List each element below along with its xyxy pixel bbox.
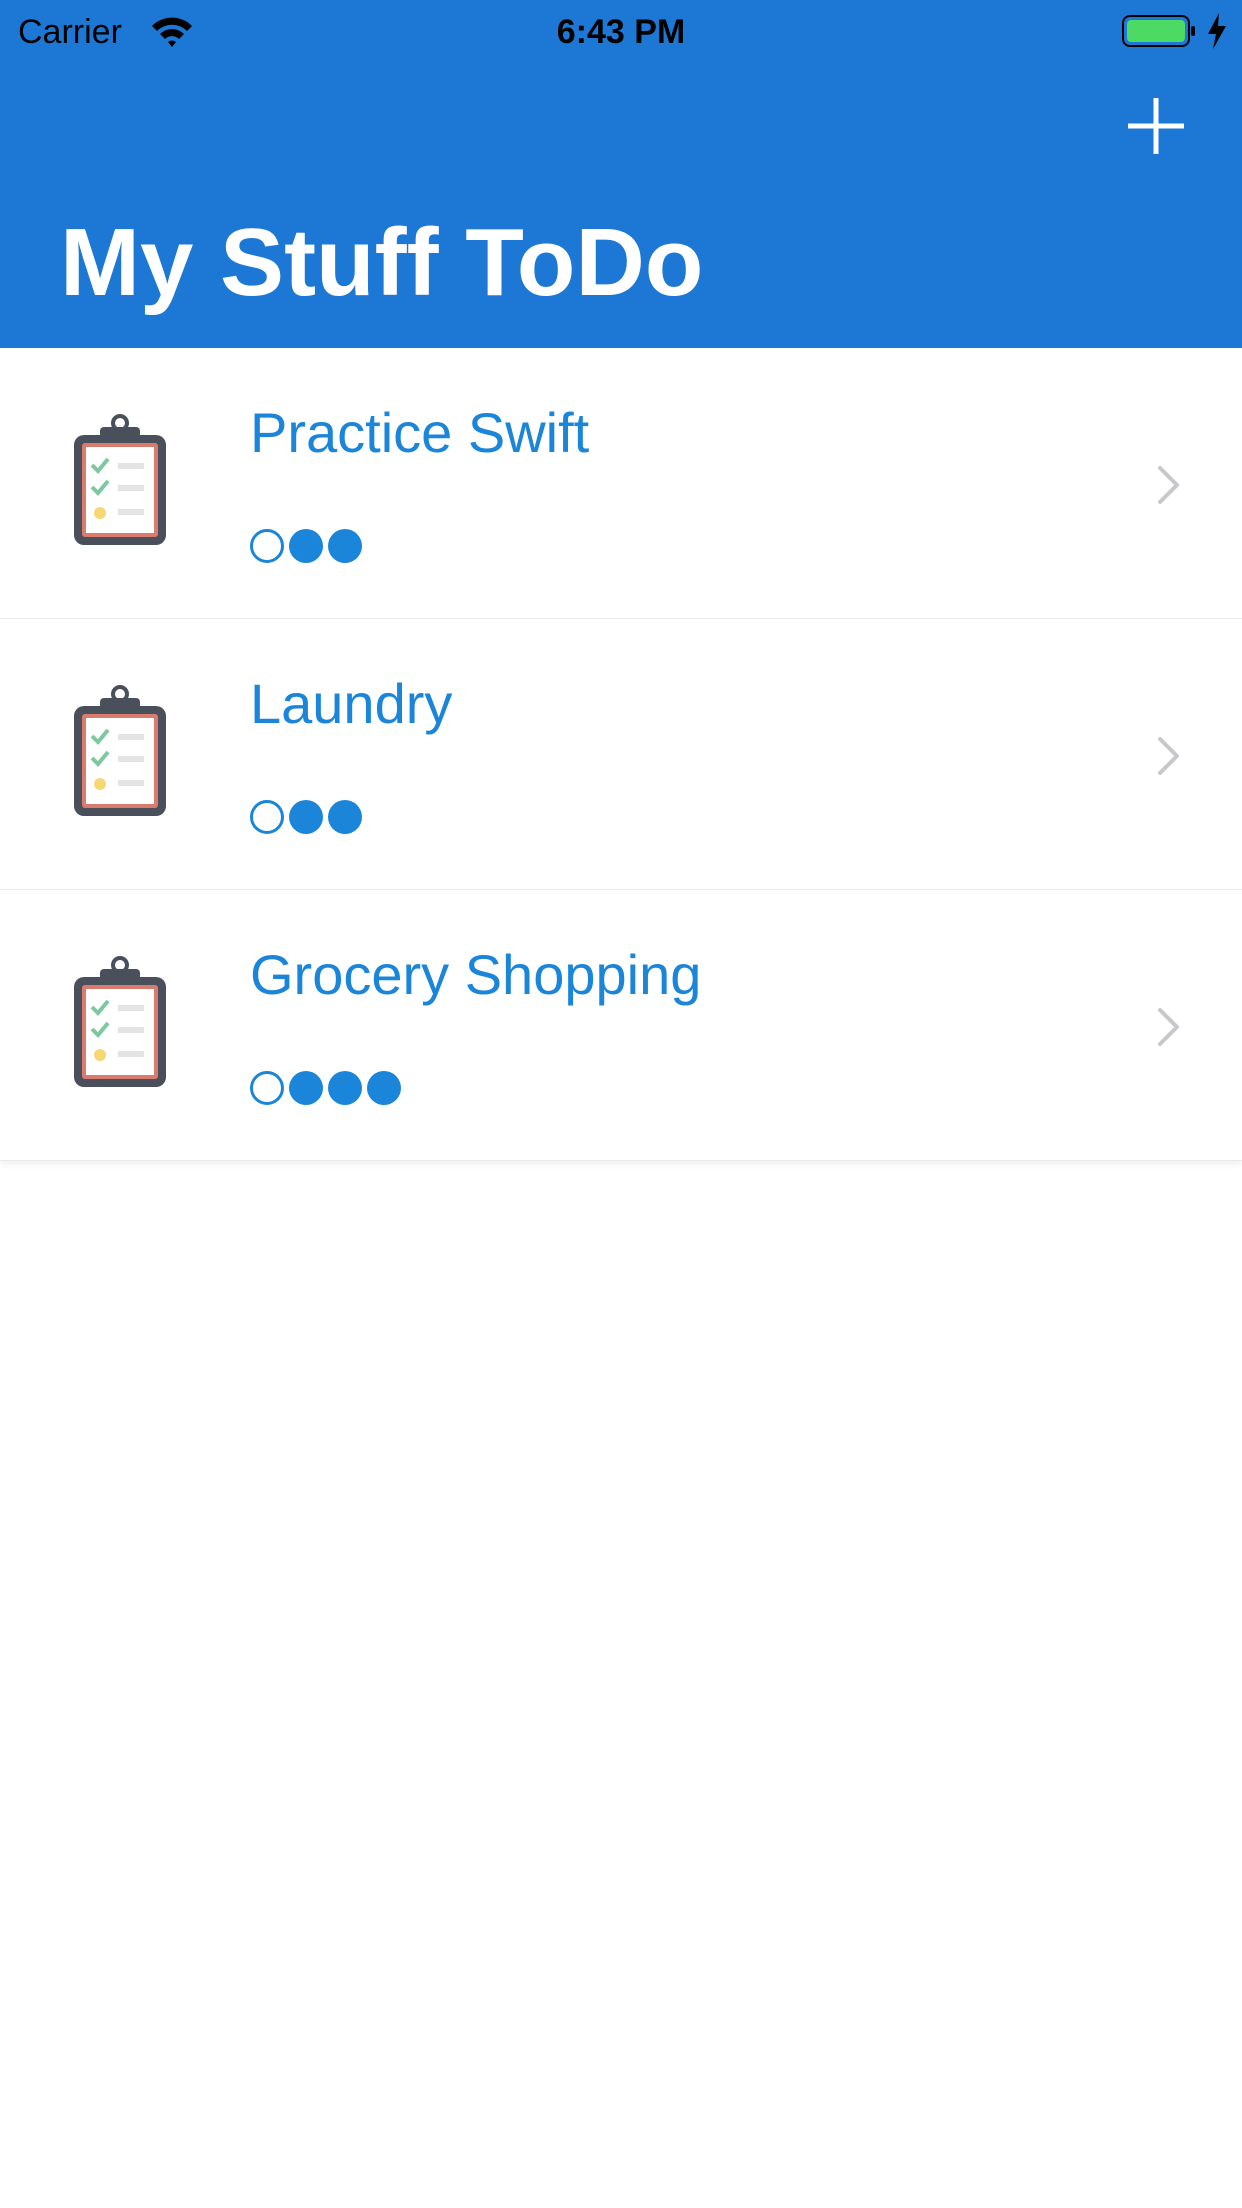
clipboard-checklist-icon: [74, 414, 166, 545]
list-item[interactable]: Grocery Shopping: [0, 890, 1242, 1161]
priority-dot-filled: [328, 800, 362, 834]
charging-bolt-icon: [1208, 13, 1226, 49]
item-title: Laundry: [250, 672, 453, 735]
todo-list: Practice Swift Laundry Grocery Shopping: [0, 348, 1242, 1161]
status-bar: Carrier 6:43 PM: [0, 0, 1242, 62]
chevron-right-icon: [1158, 1008, 1179, 1046]
battery-icon: [1122, 15, 1195, 47]
list-item[interactable]: Laundry: [0, 619, 1242, 890]
priority-dot-filled: [328, 529, 362, 563]
priority-dot-filled: [289, 800, 323, 834]
chevron-right-icon: [1158, 466, 1179, 504]
chevron-right-icon: [1158, 737, 1179, 775]
item-title: Grocery Shopping: [250, 943, 702, 1006]
clipboard-checklist-icon: [74, 685, 166, 816]
priority-dot-empty: [250, 1071, 284, 1105]
clipboard-checklist-icon: [74, 956, 166, 1087]
priority-indicator: [250, 797, 367, 837]
priority-dot-empty: [250, 800, 284, 834]
page-title: My Stuff ToDo: [60, 209, 704, 316]
priority-dot-filled: [289, 529, 323, 563]
list-item[interactable]: Practice Swift: [0, 348, 1242, 619]
item-title: Practice Swift: [250, 401, 590, 464]
priority-dot-filled: [289, 1071, 323, 1105]
priority-dot-empty: [250, 529, 284, 563]
priority-dot-filled: [367, 1071, 401, 1105]
navigation-bar: Carrier 6:43 PM plus-icon My Stuff ToDo: [0, 0, 1242, 348]
priority-indicator: [250, 526, 367, 566]
priority-dot-filled: [328, 1071, 362, 1105]
add-item-button[interactable]: plus-icon: [1120, 90, 1192, 162]
priority-indicator: [250, 1068, 406, 1108]
status-time: 6:43 PM: [556, 13, 686, 51]
